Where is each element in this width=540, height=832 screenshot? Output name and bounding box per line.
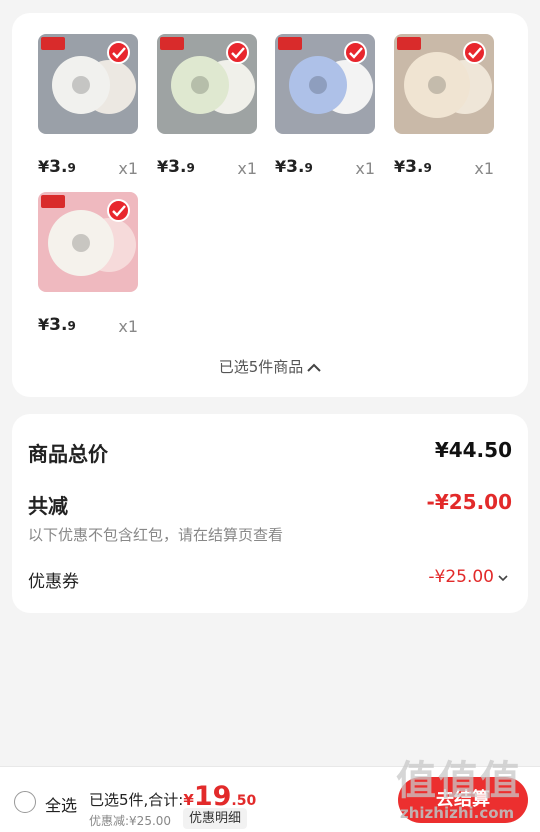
item-quantity: x1 (237, 159, 257, 178)
items-card: ¥3.9 x1 ¥3.9 x1 ¥3.9 x1 ¥3.9 x1 ¥3.9 x1 … (12, 13, 528, 397)
discount-detail-button[interactable]: 优惠明细 (183, 808, 248, 829)
product-item[interactable]: ¥3.9 x1 (394, 34, 494, 184)
discount-small-text: 优惠减:¥25.00 (89, 814, 172, 828)
item-price: ¥3.9 (38, 157, 76, 177)
select-all-label[interactable]: 全选 (45, 792, 77, 816)
brand-logo (278, 37, 302, 50)
brand-logo (41, 37, 65, 50)
checked-icon[interactable] (107, 199, 130, 222)
product-item[interactable]: ¥3.9 x1 (157, 34, 257, 184)
sum-currency: ¥ (183, 791, 194, 809)
item-price: ¥3.9 (275, 157, 313, 177)
collapse-items-toggle[interactable]: 已选5件商品 (12, 356, 528, 377)
selected-count-label: 已选5件商品 (218, 358, 304, 376)
checked-icon[interactable] (107, 41, 130, 64)
total-price-label: 商品总价 (28, 442, 108, 466)
discount-note: 以下优惠不包含红包，请在结算页查看 (28, 526, 284, 544)
brand-logo (397, 37, 421, 50)
checked-icon[interactable] (344, 41, 367, 64)
coupon-value[interactable]: -¥25.00 (428, 567, 508, 587)
checked-icon[interactable] (226, 41, 249, 64)
checkout-bar: 全选 已选5件,合计:¥19.50 优惠减:¥25.00 优惠明细 去结算 (0, 766, 540, 832)
checkout-button[interactable]: 去结算 (398, 777, 528, 823)
item-quantity: x1 (118, 317, 138, 336)
price-summary-card: 商品总价 ¥44.50 共减 -¥25.00 以下优惠不包含红包，请在结算页查看… (12, 414, 528, 613)
chevron-up-icon (307, 359, 321, 377)
product-item[interactable]: ¥3.9 x1 (275, 34, 375, 184)
brand-logo (41, 195, 65, 208)
item-price: ¥3.9 (38, 315, 76, 335)
discount-value: -¥25.00 (426, 490, 512, 514)
brand-logo (160, 37, 184, 50)
item-quantity: x1 (474, 159, 494, 178)
sum-label: 已选5件,合计: (89, 791, 184, 809)
product-item[interactable]: ¥3.9 x1 (38, 192, 138, 342)
checked-icon[interactable] (463, 41, 486, 64)
discount-label: 共减 (28, 494, 68, 518)
item-quantity: x1 (355, 159, 375, 178)
item-price: ¥3.9 (394, 157, 432, 177)
total-price-value: ¥44.50 (434, 438, 512, 462)
sum-decimal: .50 (231, 793, 257, 809)
item-quantity: x1 (118, 159, 138, 178)
item-price: ¥3.9 (157, 157, 195, 177)
product-item[interactable]: ¥3.9 x1 (38, 34, 138, 184)
chevron-down-icon (498, 567, 508, 587)
select-all-radio[interactable] (14, 791, 36, 813)
coupon-label: 优惠券 (28, 572, 79, 592)
